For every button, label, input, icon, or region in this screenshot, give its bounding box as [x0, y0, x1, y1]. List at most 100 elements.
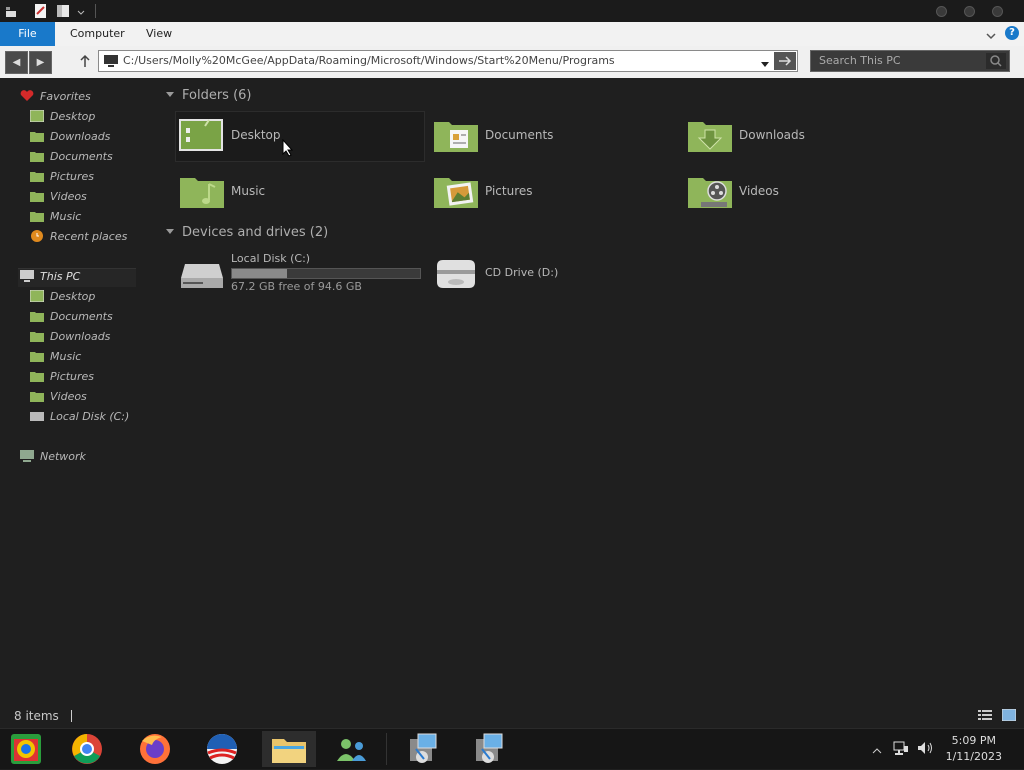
computer-icon — [104, 55, 118, 70]
expand-ribbon-icon[interactable] — [986, 29, 996, 43]
divider — [70, 710, 72, 722]
file-explorer-icon[interactable] — [262, 731, 316, 767]
sidebar-favorites-label: Favorites — [40, 90, 91, 103]
sidebar-this-pc-label: This PC — [40, 270, 81, 283]
details-view-icon[interactable] — [978, 709, 992, 724]
sidebar-item-documents[interactable]: Documents — [30, 308, 113, 326]
navigation-bar: ◀ ▶ C:/Users/Molly%20McGee/AppData/Roami… — [0, 46, 1024, 78]
search-input[interactable]: Search This PC — [819, 51, 901, 71]
search-icon[interactable] — [986, 53, 1006, 69]
sidebar-label: Videos — [50, 390, 87, 403]
drive-label: CD Drive (D:) — [485, 266, 559, 279]
drive-label: Local Disk (C:) — [231, 252, 311, 265]
folder-label: Desktop — [231, 128, 281, 142]
installer-icon[interactable] — [396, 731, 450, 767]
help-icon[interactable]: ? — [1005, 26, 1019, 40]
folder-icon — [30, 372, 44, 382]
sidebar-item-pictures[interactable]: Pictures — [30, 368, 94, 386]
sidebar-label: Downloads — [50, 330, 111, 343]
status-bar: 8 items — [14, 709, 72, 723]
folder-videos[interactable]: Videos — [687, 168, 927, 214]
new-folder-icon[interactable] — [56, 3, 70, 19]
network-icon — [20, 450, 34, 462]
sidebar-item-videos[interactable]: Videos — [30, 188, 87, 206]
sidebar-this-pc[interactable]: This PC — [20, 268, 80, 286]
sidebar-favorites[interactable]: Favorites — [20, 88, 91, 106]
folder-documents[interactable]: Documents — [433, 112, 673, 158]
firefox-icon[interactable] — [128, 731, 182, 767]
sidebar-item-music[interactable]: Music — [30, 208, 81, 226]
sidebar-network[interactable]: Network — [20, 448, 86, 466]
sidebar-item-music[interactable]: Music — [30, 348, 81, 366]
folder-label: Videos — [739, 184, 779, 198]
documents-folder-icon — [434, 122, 478, 152]
sidebar-item-videos[interactable]: Videos — [30, 388, 87, 406]
tab-file[interactable]: File — [0, 22, 55, 46]
sidebar-label: Local Disk (C:) — [50, 410, 130, 423]
desktop-icon — [30, 290, 44, 302]
folder-label: Music — [231, 184, 266, 198]
drive-usage-fill — [232, 269, 287, 278]
sidebar-label: Music — [50, 210, 82, 223]
sidebar-item-documents[interactable]: Documents — [30, 148, 113, 166]
go-arrow-icon[interactable] — [774, 52, 796, 70]
clock-date: 1/11/2023 — [945, 750, 1002, 763]
folder-music[interactable]: Music — [179, 168, 419, 214]
downloads-folder-icon — [688, 122, 732, 152]
desktop-folder-icon — [179, 119, 223, 151]
up-arrow-icon[interactable] — [78, 53, 92, 72]
folders-group-header[interactable]: Folders (6) — [166, 88, 252, 103]
installer-icon[interactable] — [462, 731, 516, 767]
forward-button[interactable]: ▶ — [29, 51, 52, 74]
drive-local-disk-c[interactable]: Local Disk (C:) 67.2 GB free of 94.6 GB — [179, 250, 424, 296]
address-dropdown-icon[interactable] — [761, 57, 769, 71]
sidebar-item-downloads[interactable]: Downloads — [30, 328, 110, 346]
show-hidden-icons-icon[interactable] — [872, 744, 882, 758]
network-status-icon[interactable] — [893, 740, 909, 759]
folder-icon — [30, 332, 44, 342]
drive-cd-d[interactable]: CD Drive (D:) — [433, 250, 673, 296]
large-icons-view-icon[interactable] — [1001, 708, 1017, 724]
sidebar-network-label: Network — [40, 450, 86, 463]
group-title: Devices and drives (2) — [182, 225, 329, 240]
sidebar-label: Downloads — [50, 130, 111, 143]
chrome-icon[interactable] — [60, 731, 114, 767]
properties-icon[interactable] — [34, 3, 48, 19]
mouse-cursor-icon — [282, 139, 294, 157]
folder-icon — [30, 152, 44, 162]
pictures-folder-icon — [434, 178, 478, 208]
sidebar-item-local-disk[interactable]: Local Disk (C:) — [30, 408, 129, 426]
sidebar-item-desktop[interactable]: Desktop — [30, 288, 95, 306]
hard-drive-icon — [181, 264, 223, 288]
folder-pictures[interactable]: Pictures — [433, 168, 673, 214]
system-clock[interactable]: 5:09 PM 1/11/2023 — [946, 733, 1002, 765]
maximize-button[interactable] — [964, 6, 975, 17]
address-path[interactable]: C:/Users/Molly%20McGee/AppData/Roaming/M… — [123, 51, 615, 71]
folder-icon — [30, 172, 44, 182]
network-people-icon[interactable] — [326, 731, 380, 767]
minimize-button[interactable] — [936, 6, 947, 17]
volume-icon[interactable] — [916, 740, 934, 759]
sidebar-item-downloads[interactable]: Downloads — [30, 128, 110, 146]
folder-desktop[interactable]: Desktop — [179, 112, 419, 158]
app-menu-icon[interactable] — [4, 3, 18, 19]
address-bar[interactable]: C:/Users/Molly%20McGee/AppData/Roaming/M… — [98, 50, 798, 72]
search-box[interactable]: Search This PC — [810, 50, 1010, 72]
taskbar: 5:09 PM 1/11/2023 — [0, 728, 1024, 769]
videos-folder-icon — [688, 178, 732, 208]
obama-logo-icon[interactable] — [195, 731, 249, 767]
title-bar — [0, 0, 1024, 22]
sidebar-label: Desktop — [50, 290, 96, 303]
folder-downloads[interactable]: Downloads — [687, 112, 927, 158]
start-button[interactable] — [0, 731, 54, 767]
sidebar-item-desktop[interactable]: Desktop — [30, 108, 95, 126]
close-button[interactable] — [992, 6, 1003, 17]
sidebar-item-pictures[interactable]: Pictures — [30, 168, 94, 186]
sidebar-item-recent-places[interactable]: Recent places — [30, 228, 127, 246]
devices-group-header[interactable]: Devices and drives (2) — [166, 225, 328, 240]
customize-arrow-icon[interactable] — [76, 3, 90, 19]
back-button[interactable]: ◀ — [5, 51, 28, 74]
tab-view[interactable]: View — [134, 22, 184, 46]
tab-computer[interactable]: Computer — [58, 22, 137, 46]
folder-icon — [30, 312, 44, 322]
